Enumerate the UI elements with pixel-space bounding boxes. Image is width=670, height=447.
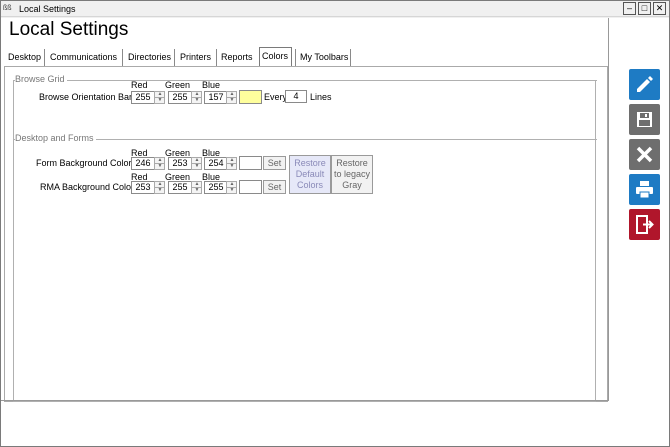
form-red-input[interactable]: 246 <box>131 157 155 170</box>
browse-red-spinner[interactable]: ▲ ▼ <box>154 91 165 104</box>
form-green-input[interactable]: 253 <box>168 157 192 170</box>
close-window-button[interactable]: ✕ <box>653 2 666 15</box>
spin-down-icon: ▼ <box>229 163 235 169</box>
client-area: Local Settings Desktop Communications Di… <box>1 18 669 446</box>
green-column-label: Green <box>165 80 191 90</box>
browse-red-input[interactable]: 255 <box>131 91 155 104</box>
browse-blue-input[interactable]: 157 <box>204 91 228 104</box>
panel-divider <box>1 400 608 401</box>
spin-down-icon: ▼ <box>157 187 163 193</box>
window-title: Local Settings <box>19 4 76 14</box>
form-green-spinner[interactable]: ▲ ▼ <box>191 157 202 170</box>
page-title: Local Settings <box>9 19 129 40</box>
browse-orientation-bar-label: Browse Orientation Bar <box>39 92 133 102</box>
printer-icon <box>636 181 653 199</box>
close-icon <box>636 146 653 163</box>
print-button[interactable] <box>629 174 660 205</box>
spin-up-icon: ▲ <box>157 157 163 163</box>
spin-down-icon: ▼ <box>157 163 163 169</box>
floppy-icon <box>637 112 652 127</box>
tab-colors[interactable]: Colors <box>259 47 292 66</box>
tab-reports[interactable]: Reports <box>219 49 255 66</box>
rma-green-input[interactable]: 255 <box>168 181 192 194</box>
section-divider <box>13 80 597 81</box>
every-lines-input[interactable]: 4 <box>285 90 307 103</box>
spin-up-icon: ▲ <box>229 157 235 163</box>
edit-button[interactable] <box>629 69 660 100</box>
red-column-label: Red <box>131 80 148 90</box>
rma-background-color-label: RMA Background Color <box>40 182 135 192</box>
colors-group-frame <box>13 80 596 402</box>
spin-up-icon: ▲ <box>194 91 200 97</box>
exit-icon <box>636 215 654 234</box>
panel-divider <box>608 18 609 401</box>
spin-up-icon: ▲ <box>229 181 235 187</box>
colors-panel: Browse Grid Red Green Blue Browse Orient… <box>4 66 608 402</box>
browse-green-input[interactable]: 255 <box>168 91 192 104</box>
tab-directories[interactable]: Directories <box>126 49 173 66</box>
spin-up-icon: ▲ <box>229 91 235 97</box>
spin-up-icon: ▲ <box>157 91 163 97</box>
title-bar: ßß Local Settings – □ ✕ <box>1 1 669 17</box>
restore-default-colors-button[interactable]: Restore Default Colors <box>289 155 331 194</box>
lines-label: Lines <box>310 92 332 102</box>
tab-separator <box>122 49 123 66</box>
blue-column-label: Blue <box>202 80 221 90</box>
tab-separator <box>350 49 351 66</box>
rma-color-swatch <box>239 180 262 194</box>
rma-blue-spinner[interactable]: ▲ ▼ <box>226 181 237 194</box>
rma-blue-input[interactable]: 255 <box>204 181 228 194</box>
rma-red-input[interactable]: 253 <box>131 181 155 194</box>
spin-up-icon: ▲ <box>194 157 200 163</box>
form-background-color-label: Form Background Color <box>36 158 132 168</box>
spin-up-icon: ▲ <box>157 181 163 187</box>
spin-up-icon: ▲ <box>194 181 200 187</box>
spin-down-icon: ▼ <box>229 97 235 103</box>
cancel-button[interactable] <box>629 139 660 170</box>
tab-separator <box>44 49 45 66</box>
save-button[interactable] <box>629 104 660 135</box>
desktop-forms-section-title: Desktop and Forms <box>15 133 96 144</box>
tab-communications[interactable]: Communications <box>48 49 119 66</box>
tab-separator <box>295 49 296 66</box>
spin-down-icon: ▼ <box>194 97 200 103</box>
minimize-button[interactable]: – <box>623 2 636 15</box>
rma-set-button[interactable]: Set <box>263 180 286 194</box>
spin-down-icon: ▼ <box>229 187 235 193</box>
local-settings-window: ßß Local Settings – □ ✕ Local Settings D… <box>0 0 670 447</box>
browse-color-swatch <box>239 90 262 104</box>
maximize-button[interactable]: □ <box>638 2 651 15</box>
rma-red-spinner[interactable]: ▲ ▼ <box>154 181 165 194</box>
tab-desktop[interactable]: Desktop <box>6 49 43 66</box>
form-set-button[interactable]: Set <box>263 156 286 170</box>
section-divider <box>13 139 597 140</box>
tab-separator <box>174 49 175 66</box>
spin-down-icon: ▼ <box>194 163 200 169</box>
form-blue-spinner[interactable]: ▲ ▼ <box>226 157 237 170</box>
browse-blue-spinner[interactable]: ▲ ▼ <box>226 91 237 104</box>
browse-grid-section-title: Browse Grid <box>15 74 67 85</box>
tab-separator <box>216 49 217 66</box>
tab-printers[interactable]: Printers <box>178 49 213 66</box>
tab-my-toolbars[interactable]: My Toolbars <box>298 49 350 66</box>
rma-green-spinner[interactable]: ▲ ▼ <box>191 181 202 194</box>
exit-button[interactable] <box>629 209 660 240</box>
pencil-icon <box>637 76 653 92</box>
every-label: Every <box>264 92 288 102</box>
spin-down-icon: ▼ <box>157 97 163 103</box>
spin-down-icon: ▼ <box>194 187 200 193</box>
form-red-spinner[interactable]: ▲ ▼ <box>154 157 165 170</box>
form-blue-input[interactable]: 254 <box>204 157 228 170</box>
restore-legacy-gray-button[interactable]: Restore to legacy Gray <box>331 155 373 194</box>
browse-green-spinner[interactable]: ▲ ▼ <box>191 91 202 104</box>
app-icon: ßß <box>3 5 12 12</box>
form-color-swatch <box>239 156 262 170</box>
